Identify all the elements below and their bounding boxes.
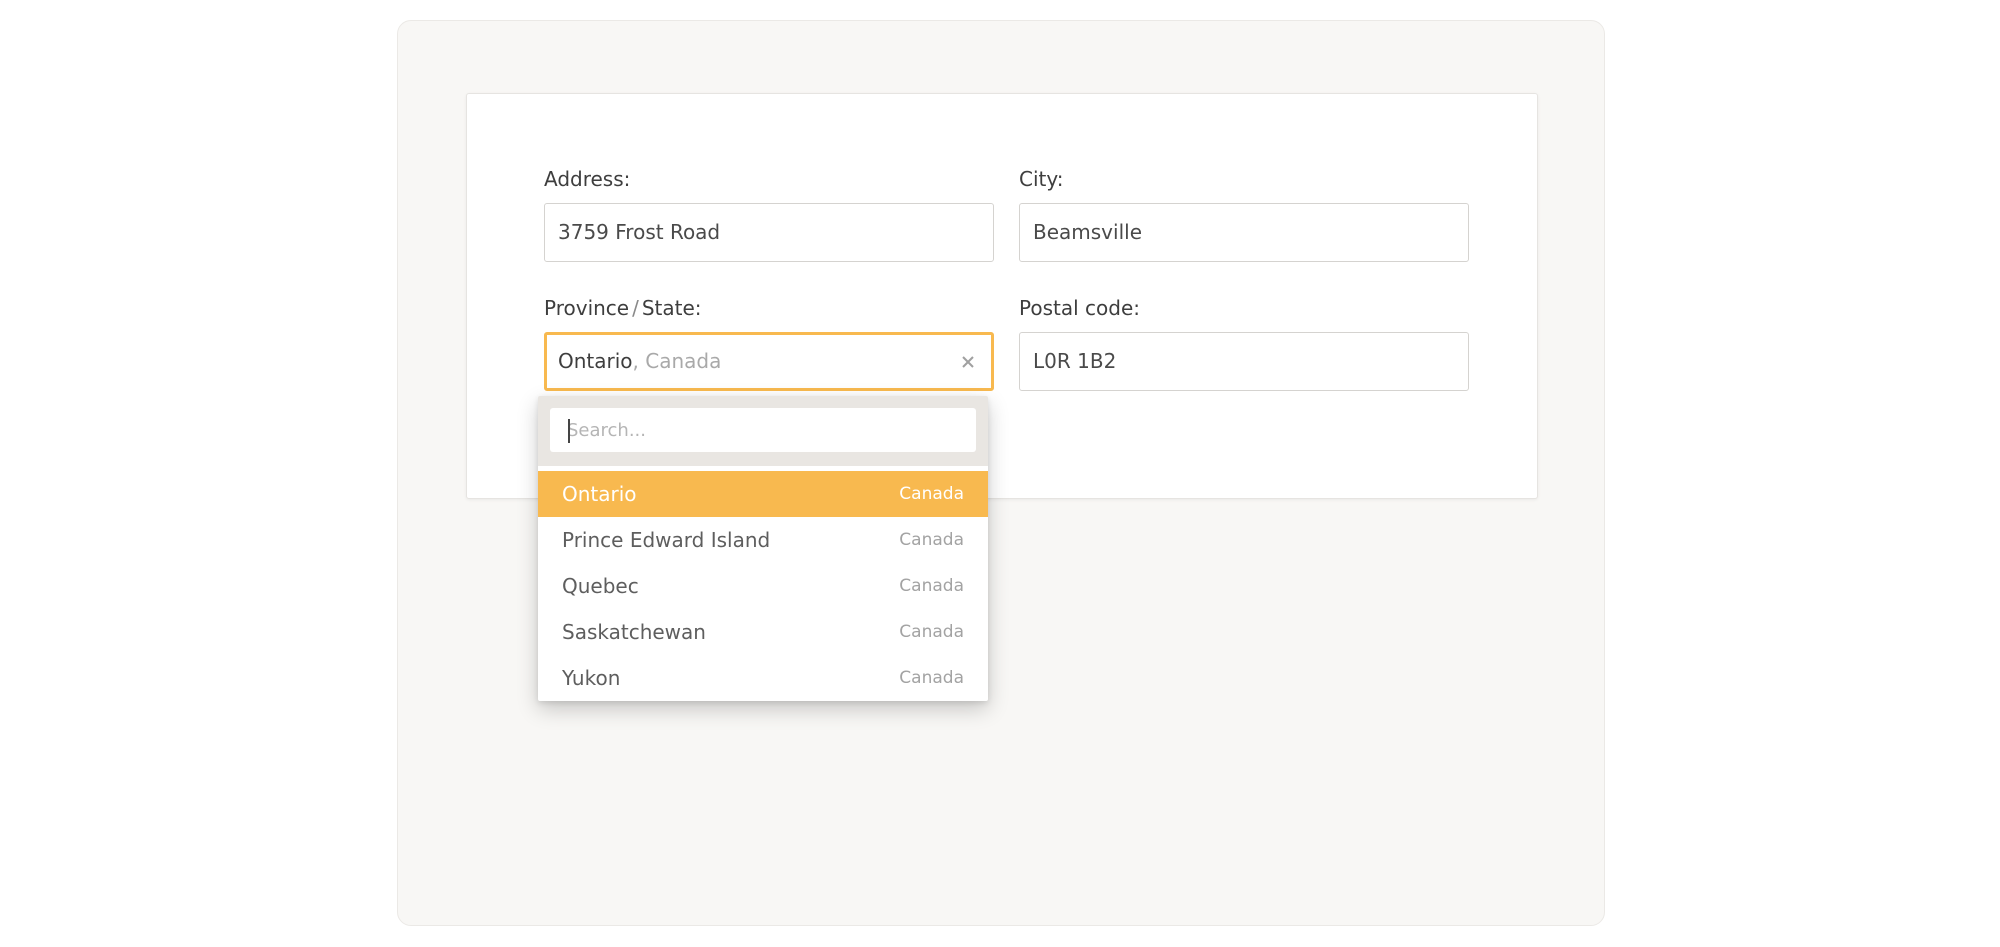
dropdown-item-country: Canada [899, 530, 964, 550]
province-dropdown: Ontario Canada Prince Edward Island Cana… [538, 396, 988, 701]
dropdown-item-ontario[interactable]: Ontario Canada [538, 471, 988, 517]
dropdown-list: Ontario Canada Prince Edward Island Cana… [538, 466, 988, 701]
close-icon[interactable] [959, 335, 977, 388]
dropdown-item-name: Ontario [562, 482, 637, 506]
address-input[interactable]: 3759 Frost Road [544, 203, 994, 262]
address-value: 3759 Frost Road [558, 220, 721, 244]
dropdown-item-name: Yukon [562, 666, 621, 690]
dropdown-item-yukon[interactable]: Yukon Canada [538, 655, 988, 701]
address-label: Address: [544, 167, 631, 191]
province-select[interactable]: Ontario, Canada [544, 332, 994, 391]
dropdown-item-country: Canada [899, 484, 964, 504]
city-label: City: [1019, 167, 1064, 191]
postal-code-value: L0R 1B2 [1033, 349, 1117, 373]
dropdown-item-name: Quebec [562, 574, 639, 598]
dropdown-item-name: Prince Edward Island [562, 528, 771, 552]
dropdown-item-quebec[interactable]: Quebec Canada [538, 563, 988, 609]
dropdown-item-saskatchewan[interactable]: Saskatchewan Canada [538, 609, 988, 655]
province-selected-separator: , [632, 349, 646, 373]
dropdown-item-country: Canada [899, 576, 964, 596]
province-label-right: State: [641, 296, 702, 320]
text-cursor [568, 419, 570, 443]
province-selected-country: Canada [645, 349, 722, 373]
dropdown-item-country: Canada [899, 668, 964, 688]
city-input[interactable]: Beamsville [1019, 203, 1469, 262]
postal-code-input[interactable]: L0R 1B2 [1019, 332, 1469, 391]
province-label-left: Province [544, 296, 630, 320]
province-label-separator: / [632, 296, 639, 320]
dropdown-item-name: Saskatchewan [562, 620, 706, 644]
city-value: Beamsville [1033, 220, 1142, 244]
province-selected-name: Ontario [558, 349, 633, 373]
dropdown-search-area [538, 396, 988, 466]
dropdown-item-prince-edward-island[interactable]: Prince Edward Island Canada [538, 517, 988, 563]
dropdown-search-input[interactable] [550, 408, 976, 452]
dropdown-item-country: Canada [899, 622, 964, 642]
province-label: Province / State: [544, 295, 702, 321]
postal-code-label: Postal code: [1019, 296, 1140, 320]
